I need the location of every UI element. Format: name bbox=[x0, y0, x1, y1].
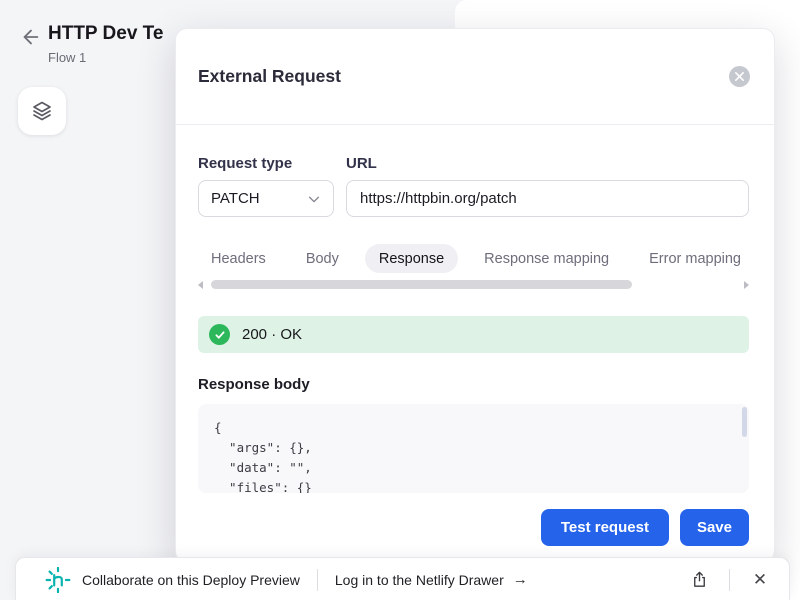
status-banner: 200 · OK bbox=[198, 316, 749, 353]
modal-body: Request type URL PATCH Headers Body Respon… bbox=[176, 125, 774, 562]
tab-error-mapping[interactable]: Error mapping bbox=[649, 251, 741, 267]
layers-button[interactable] bbox=[18, 87, 66, 135]
netlify-logo-icon bbox=[45, 567, 71, 593]
external-request-modal: External Request Request type URL PATCH bbox=[175, 28, 775, 563]
tabs-scrollbar-track[interactable] bbox=[207, 280, 740, 289]
code-scrollbar-thumb[interactable] bbox=[742, 407, 747, 437]
success-check-icon bbox=[209, 324, 230, 345]
tab-response[interactable]: Response bbox=[365, 244, 458, 273]
bar-divider bbox=[317, 569, 318, 591]
modal-header: External Request bbox=[176, 29, 774, 125]
test-request-button[interactable]: Test request bbox=[541, 509, 669, 546]
response-body-label: Response body bbox=[198, 376, 749, 393]
drawer-close-button[interactable]: ✕ bbox=[747, 567, 773, 593]
url-label: URL bbox=[346, 155, 377, 172]
url-input[interactable] bbox=[346, 180, 749, 217]
tab-headers[interactable]: Headers bbox=[211, 251, 266, 267]
save-button[interactable]: Save bbox=[680, 509, 749, 546]
share-button[interactable] bbox=[686, 567, 712, 593]
bar-divider bbox=[729, 569, 730, 591]
back-arrow-icon[interactable] bbox=[20, 26, 42, 48]
status-code-text: 200 · OK bbox=[242, 326, 302, 343]
close-modal-button[interactable] bbox=[729, 66, 750, 87]
response-tabs: Headers Body Response Response mapping Error… bbox=[198, 244, 749, 273]
tabs-scrollbar[interactable] bbox=[198, 280, 749, 289]
request-type-label: Request type bbox=[198, 155, 346, 172]
response-body-code-block[interactable]: { "args": {}, "data": "", "files": {} bbox=[198, 404, 749, 493]
collaborate-text: Collaborate on this Deploy Preview bbox=[82, 572, 300, 588]
page-title: HTTP Dev Te bbox=[48, 23, 178, 45]
page-subtitle: Flow 1 bbox=[48, 50, 86, 65]
tabs-scrollbar-thumb[interactable] bbox=[211, 280, 632, 289]
modal-footer: Test request Save bbox=[198, 509, 749, 546]
request-type-value: PATCH bbox=[211, 190, 260, 207]
layers-icon bbox=[30, 99, 54, 123]
arrow-right-icon: → bbox=[513, 571, 528, 588]
scroll-left-arrow-icon[interactable] bbox=[198, 281, 203, 289]
netlify-drawer-bar: Collaborate on this Deploy Preview Log i… bbox=[15, 557, 790, 600]
scroll-right-arrow-icon[interactable] bbox=[744, 281, 749, 289]
response-body-code: { "args": {}, "data": "", "files": {} bbox=[198, 404, 749, 493]
chevron-down-icon bbox=[307, 192, 321, 206]
request-type-select[interactable]: PATCH bbox=[198, 180, 334, 217]
tab-response-mapping[interactable]: Response mapping bbox=[484, 251, 609, 267]
modal-title: External Request bbox=[198, 66, 341, 87]
netlify-login-link[interactable]: Log in to the Netlify Drawer bbox=[335, 572, 504, 588]
tab-body[interactable]: Body bbox=[306, 251, 339, 267]
